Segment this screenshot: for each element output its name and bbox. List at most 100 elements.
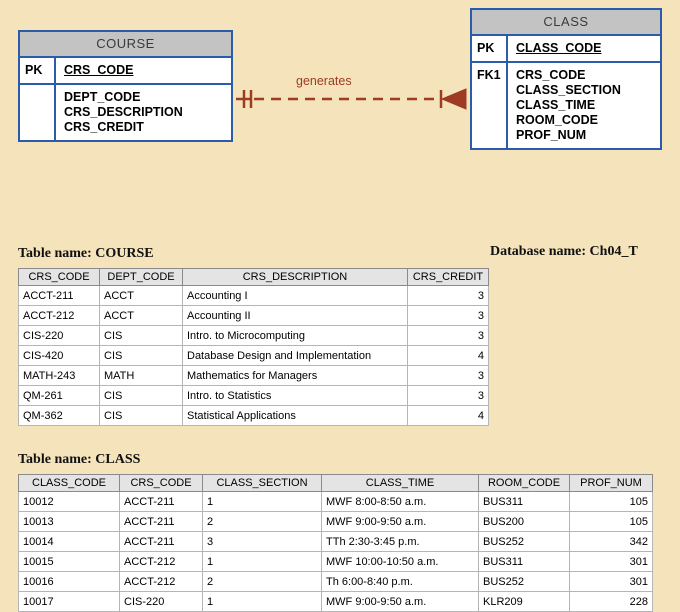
table-cell: KLR209 (478, 591, 570, 612)
table-cell: MWF 9:00-9:50 a.m. (321, 511, 479, 532)
table-row[interactable]: QM-362 CIS Statistical Applications 4 (18, 405, 489, 426)
table-header-row: CLASS_CODE CRS_CODE CLASS_SECTION CLASS_… (18, 474, 653, 492)
column-header-room-code[interactable]: ROOM_CODE (478, 474, 570, 492)
table-cell: MWF 10:00-10:50 a.m. (321, 551, 479, 572)
table-cell: TTh 2:30-3:45 p.m. (321, 531, 479, 552)
table-cell: Statistical Applications (182, 405, 408, 426)
course-labels: Table name: COURSE Database name: Ch04_T (18, 244, 680, 264)
database-name: Database name: Ch04_T (490, 244, 638, 259)
table-cell: 3 (407, 365, 489, 386)
table-cell: 10017 (18, 591, 120, 612)
entity-class-pk-field: CLASS_CODE (516, 41, 602, 55)
attribute: ROOM_CODE (516, 113, 598, 127)
table-cell: 3 (407, 305, 489, 326)
column-header-class-time[interactable]: CLASS_TIME (321, 474, 479, 492)
entity-course-pk-row: PK CRS_CODE (20, 58, 231, 85)
table-cell: MATH (99, 365, 183, 386)
table-cell: 3 (407, 385, 489, 406)
table-row[interactable]: QM-261 CIS Intro. to Statistics 3 (18, 385, 489, 406)
table-cell: 105 (569, 491, 653, 512)
table-row[interactable]: MATH-243 MATH Mathematics for Managers 3 (18, 365, 489, 386)
attribute: CRS_CREDIT (64, 120, 144, 134)
table-cell: QM-261 (18, 385, 100, 406)
table-cell: Th 6:00-8:40 p.m. (321, 571, 479, 592)
column-header-prof-num[interactable]: PROF_NUM (569, 474, 653, 492)
table-row[interactable]: 10017 CIS-220 1 MWF 9:00-9:50 a.m. KLR209 228 (18, 591, 653, 612)
table-cell: ACCT (99, 305, 183, 326)
table-cell: 3 (202, 531, 322, 552)
entity-course[interactable]: COURSE PK CRS_CODE DEPT_CODE CRS_DESCRIP… (18, 30, 233, 142)
table-row[interactable]: ACCT-212 ACCT Accounting II 3 (18, 305, 489, 326)
table-cell: ACCT-211 (18, 285, 100, 306)
table-cell: 342 (569, 531, 653, 552)
attribute: PROF_NUM (516, 128, 587, 142)
attribute: CRS_CODE (516, 68, 586, 82)
table-row[interactable]: 10015 ACCT-212 1 MWF 10:00-10:50 a.m. BUS311… (18, 551, 653, 572)
table-cell: BUS252 (478, 531, 570, 552)
table-cell: BUS311 (478, 551, 570, 572)
table-cell: CIS (99, 405, 183, 426)
course-data-table[interactable]: CRS_CODE DEPT_CODE CRS_DESCRIPTION CRS_C… (18, 268, 489, 426)
table-row[interactable]: 10013 ACCT-211 2 MWF 9:00-9:50 a.m. BUS200 10… (18, 511, 653, 532)
entity-course-title: COURSE (20, 32, 231, 58)
column-header-dept-code[interactable]: DEPT_CODE (99, 268, 183, 286)
entity-class-pk-row: PK CLASS_CODE (472, 36, 660, 63)
table-cell: 2 (202, 571, 322, 592)
table-cell: ACCT-211 (119, 511, 203, 532)
table-row[interactable]: CIS-220 CIS Intro. to Microcomputing 3 (18, 325, 489, 346)
table-cell: 228 (569, 591, 653, 612)
table-cell: 1 (202, 591, 322, 612)
table-cell: ACCT-211 (119, 491, 203, 512)
table-cell: 4 (407, 345, 489, 366)
attribute: CRS_DESCRIPTION (64, 105, 183, 119)
table-cell: 1 (202, 551, 322, 572)
table-row[interactable]: 10016 ACCT-212 2 Th 6:00-8:40 p.m. BUS252 301 (18, 571, 653, 592)
column-header-crs-description[interactable]: CRS_DESCRIPTION (182, 268, 408, 286)
column-header-crs-code[interactable]: CRS_CODE (18, 268, 100, 286)
entity-class-attributes-row: FK1 CRS_CODE CLASS_SECTION CLASS_TIME RO… (472, 63, 660, 148)
table-row[interactable]: CIS-420 CIS Database Design and Implementa… (18, 345, 489, 366)
entity-class-attribute-list: CRS_CODE CLASS_SECTION CLASS_TIME ROOM_C… (508, 63, 621, 148)
table-cell: Database Design and Implementation (182, 345, 408, 366)
column-header-crs-code[interactable]: CRS_CODE (119, 474, 203, 492)
table-cell: CIS (99, 325, 183, 346)
table-cell: 105 (569, 511, 653, 532)
table-row[interactable]: 10012 ACCT-211 1 MWF 8:00-8:50 a.m. BUS311 10… (18, 491, 653, 512)
class-table-name: Table name: CLASS (18, 452, 141, 467)
table-cell: QM-362 (18, 405, 100, 426)
entity-class-fk-tag: FK1 (472, 63, 508, 148)
table-cell: 10014 (18, 531, 120, 552)
table-cell: 1 (202, 491, 322, 512)
table-cell: 10016 (18, 571, 120, 592)
attribute: CLASS_TIME (516, 98, 596, 112)
attribute: DEPT_CODE (64, 90, 141, 104)
entity-class-pk-tag: PK (472, 36, 508, 61)
column-header-class-code[interactable]: CLASS_CODE (18, 474, 120, 492)
table-cell: ACCT-212 (18, 305, 100, 326)
entity-course-attributes-row: DEPT_CODE CRS_DESCRIPTION CRS_CREDIT (20, 85, 231, 140)
table-cell: 3 (407, 325, 489, 346)
table-cell: ACCT-212 (119, 571, 203, 592)
erd-diagram: COURSE PK CRS_CODE DEPT_CODE CRS_DESCRIP… (0, 0, 680, 200)
class-table-section: Table name: CLASS CLASS_CODE CRS_CODE CL… (0, 450, 680, 612)
table-cell: ACCT (99, 285, 183, 306)
column-header-class-section[interactable]: CLASS_SECTION (202, 474, 322, 492)
class-data-table[interactable]: CLASS_CODE CRS_CODE CLASS_SECTION CLASS_… (18, 474, 653, 612)
table-row[interactable]: 10014 ACCT-211 3 TTh 2:30-3:45 p.m. BUS252 34… (18, 531, 653, 552)
entity-course-pk-field: CRS_CODE (64, 63, 134, 77)
table-cell: 4 (407, 405, 489, 426)
entity-course-pk-tag: PK (20, 58, 56, 83)
table-cell: Mathematics for Managers (182, 365, 408, 386)
class-labels: Table name: CLASS (18, 450, 680, 470)
table-cell: CIS (99, 345, 183, 366)
course-table-section: Table name: COURSE Database name: Ch04_T… (0, 244, 680, 426)
entity-course-attribute-list: DEPT_CODE CRS_DESCRIPTION CRS_CREDIT (56, 85, 183, 140)
table-cell: CIS-220 (119, 591, 203, 612)
attribute: CLASS_SECTION (516, 83, 621, 97)
table-cell: MWF 9:00-9:50 a.m. (321, 591, 479, 612)
column-header-crs-credit[interactable]: CRS_CREDIT (407, 268, 489, 286)
entity-class[interactable]: CLASS PK CLASS_CODE FK1 CRS_CODE CLASS_S… (470, 8, 662, 150)
table-row[interactable]: ACCT-211 ACCT Accounting I3 (18, 285, 489, 306)
table-header-row: CRS_CODE DEPT_CODE CRS_DESCRIPTION CRS_C… (18, 268, 489, 286)
table-cell: 3 (407, 285, 489, 306)
